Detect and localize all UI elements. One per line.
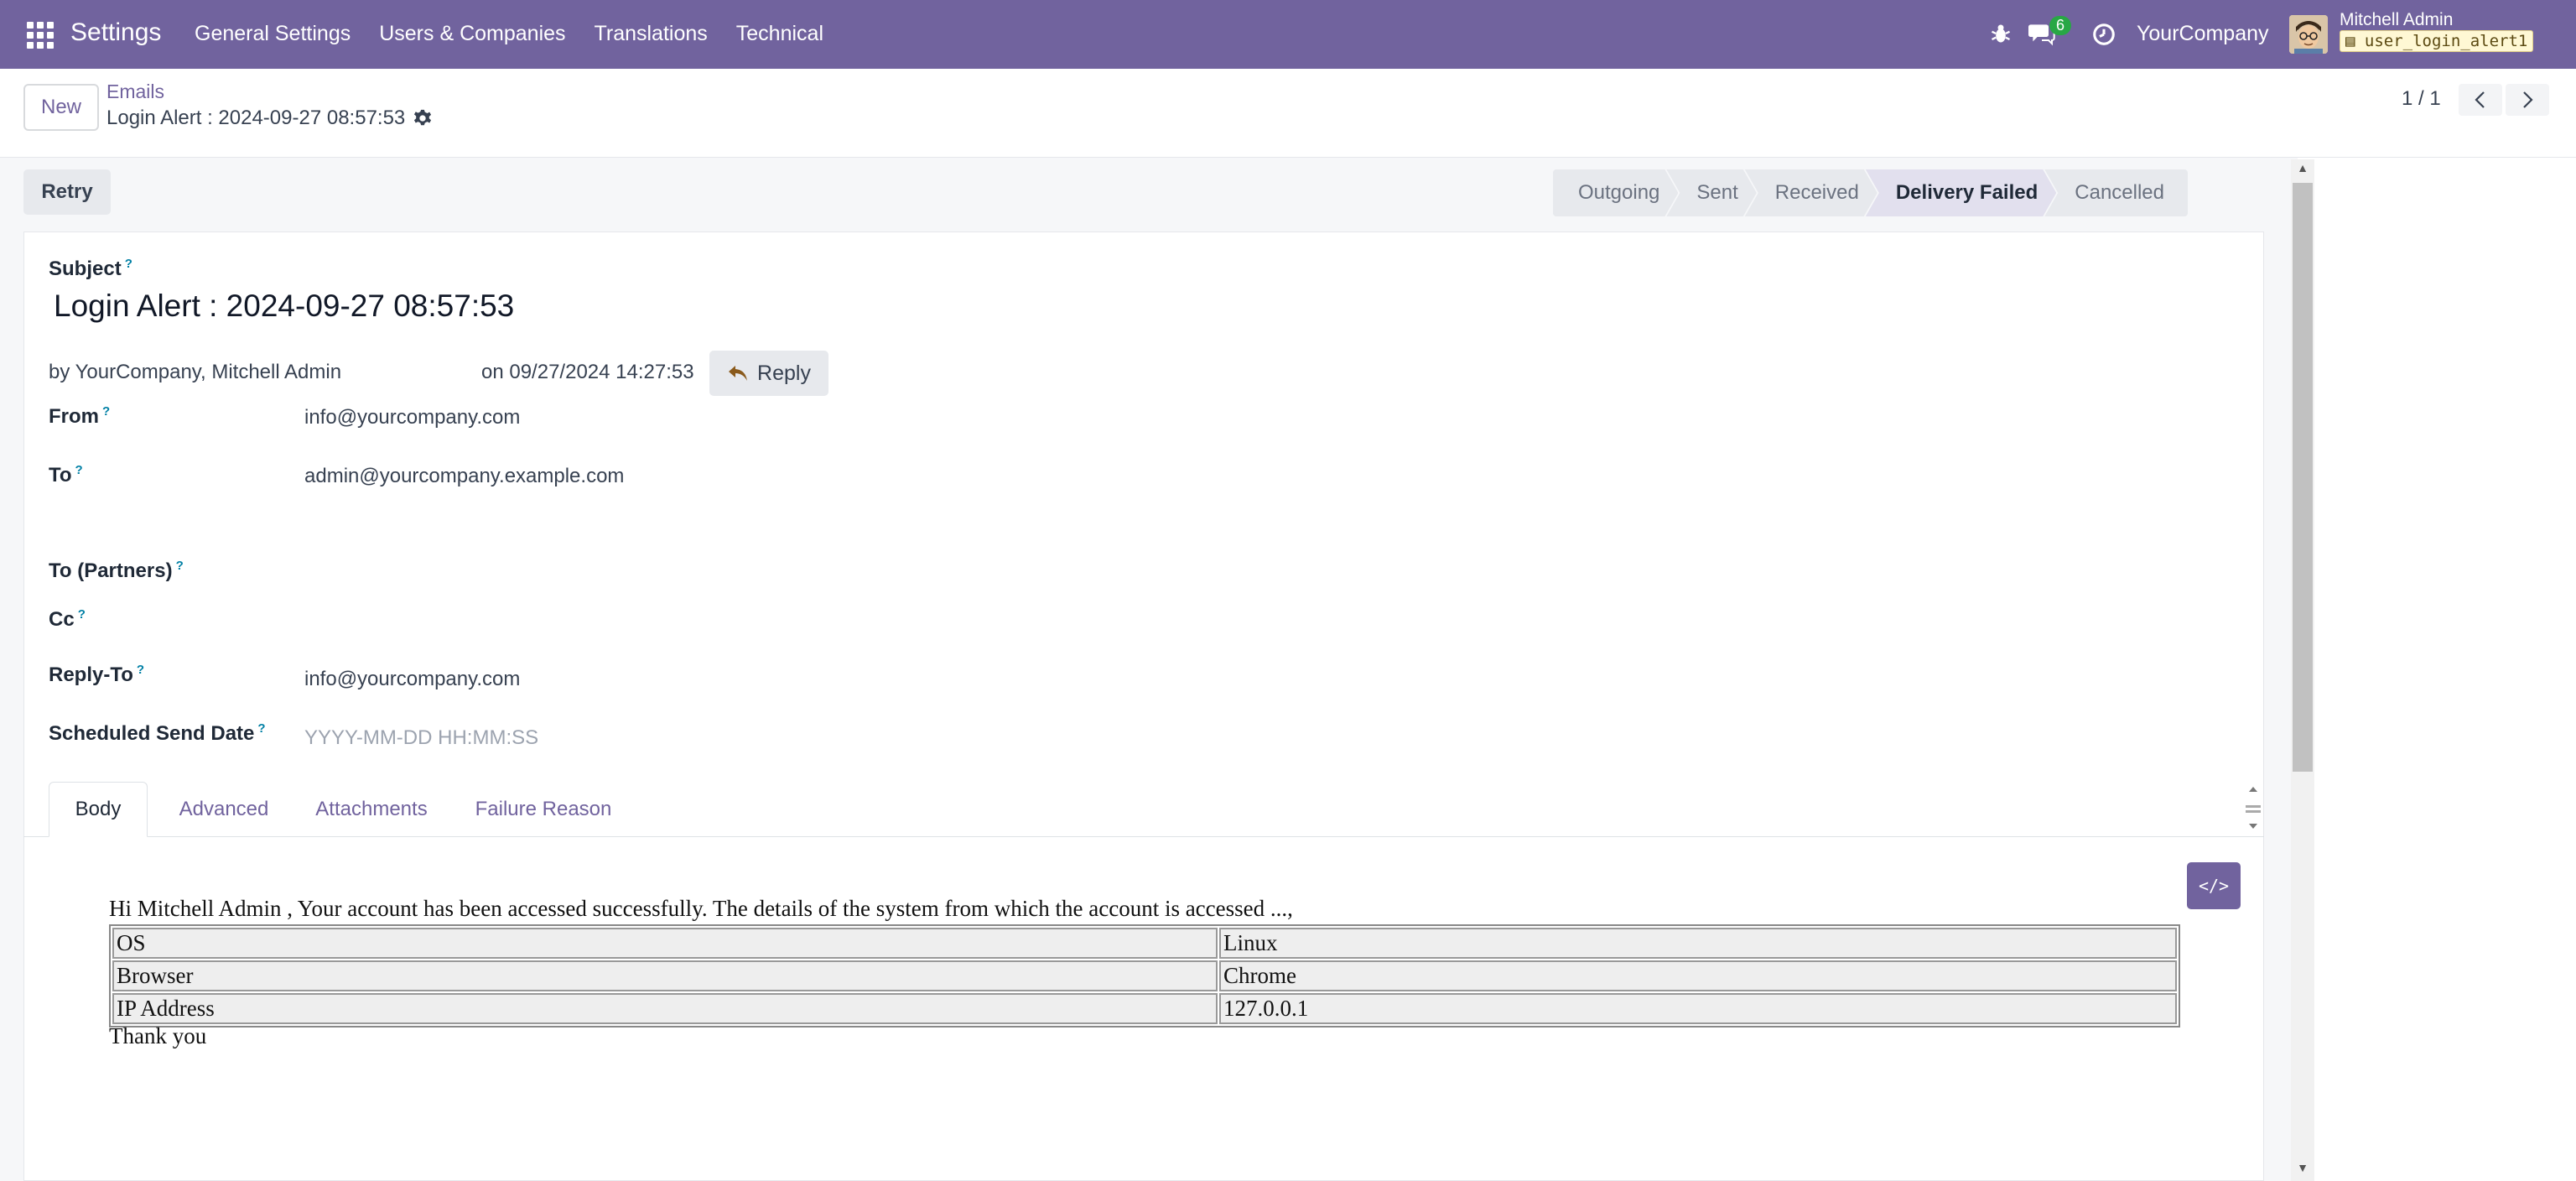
breadcrumb-emails[interactable]: Emails [106, 81, 164, 103]
table-cell: 127.0.0.1 [1219, 993, 2177, 1024]
from-field[interactable]: info@yourcompany.com [304, 406, 520, 429]
main-menu: General Settings Users & Companies Trans… [195, 22, 823, 46]
scrollbar-thumb[interactable] [2293, 183, 2313, 772]
pager-next-button[interactable] [2506, 84, 2549, 116]
cc-label: Cc? [49, 607, 86, 631]
chevron-left-icon [2475, 91, 2485, 108]
table-cell: IP Address [112, 993, 1218, 1024]
database-tag: ▤ user_login_alert1 [2340, 30, 2534, 52]
tab-scroll-arrows-icon [2246, 787, 2261, 829]
retry-button[interactable]: Retry [23, 169, 111, 215]
avatar[interactable] [2289, 15, 2328, 54]
notebook-tabs: Body Advanced Attachments Failure Reason [23, 782, 2264, 837]
stage-delivery-failed[interactable]: Delivery Failed [1866, 169, 2056, 216]
database-name: user_login_alert1 [2364, 32, 2528, 50]
reply-button[interactable]: Reply [709, 351, 828, 396]
breadcrumb: Login Alert : 2024-09-27 08:57:53 [106, 107, 432, 130]
help-marker[interactable]: ? [137, 663, 144, 677]
tab-failure-reason[interactable]: Failure Reason [460, 782, 627, 837]
table-row: OS Linux [112, 928, 2177, 959]
breadcrumb-current: Login Alert : 2024-09-27 08:57:53 [106, 107, 406, 129]
to-label: To? [49, 463, 83, 486]
cc-field[interactable] [304, 607, 808, 632]
subject-field[interactable]: Login Alert : 2024-09-27 08:57:53 [54, 289, 514, 324]
pager-value[interactable]: 1 / 1 [2402, 87, 2441, 111]
to-partners-label: To (Partners)? [49, 559, 184, 582]
mail-outro: Thank you [109, 1023, 207, 1048]
help-marker[interactable]: ? [102, 404, 110, 419]
reply-to-label: Reply-To? [49, 663, 145, 686]
scheduled-date-input[interactable]: YYYY-MM-DD HH:MM:SS [304, 726, 538, 750]
help-marker[interactable]: ? [75, 463, 83, 477]
author-line: by YourCompany, Mitchell Admin [49, 361, 342, 383]
code-view-button[interactable]: </> [2187, 862, 2241, 909]
reply-label: Reply [757, 361, 811, 385]
tab-scroll-control[interactable] [2242, 782, 2264, 837]
from-label: From? [49, 404, 111, 428]
table-cell: Chrome [1219, 960, 2177, 991]
mail-intro: Hi Mitchell Admin , Your account has bee… [109, 896, 1293, 921]
scroll-up-icon[interactable]: ▲ [2291, 161, 2314, 181]
reply-to-field[interactable]: info@yourcompany.com [304, 668, 520, 691]
top-navbar: Settings General Settings Users & Compan… [0, 0, 2576, 69]
menu-technical[interactable]: Technical [736, 22, 823, 46]
new-button[interactable]: New [23, 84, 99, 131]
scheduled-date-label: Scheduled Send Date? [49, 721, 266, 745]
table-row: Browser Chrome [112, 960, 2177, 991]
system-details-table: OS Linux Browser Chrome IP Address 127.0… [109, 924, 2180, 1028]
tab-attachments[interactable]: Attachments [300, 782, 443, 837]
gear-icon[interactable] [413, 109, 432, 127]
chat-count-badge: 6 [2049, 16, 2072, 35]
menu-general-settings[interactable]: General Settings [195, 22, 351, 46]
pager-previous-button[interactable] [2459, 84, 2502, 116]
table-cell: Linux [1219, 928, 2177, 959]
to-field[interactable]: admin@yourcompany.example.com [304, 465, 624, 488]
stage-outgoing[interactable]: Outgoing [1553, 169, 1678, 216]
table-row: IP Address 127.0.0.1 [112, 993, 2177, 1024]
stage-sent[interactable]: Sent [1666, 169, 1756, 216]
table-cell: Browser [112, 960, 1218, 991]
clock-icon[interactable] [2091, 22, 2116, 47]
stage-received[interactable]: Received [1745, 169, 1877, 216]
reply-icon [729, 366, 748, 381]
database-icon: ▤ [2345, 32, 2365, 50]
form-sheet [23, 232, 2264, 1181]
avatar-image-icon [2289, 15, 2328, 54]
app-title[interactable]: Settings [70, 18, 161, 47]
stage-cancelled[interactable]: Cancelled [2044, 169, 2188, 216]
help-marker[interactable]: ? [125, 257, 132, 271]
scroll-down-icon[interactable]: ▼ [2291, 1161, 2314, 1181]
date-line: on 09/27/2024 14:27:53 [481, 361, 694, 383]
company-switcher[interactable]: YourCompany [2137, 22, 2269, 46]
help-marker[interactable]: ? [257, 721, 265, 736]
bug-icon[interactable] [1989, 22, 2012, 45]
user-name[interactable]: Mitchell Admin [2340, 10, 2453, 30]
status-bar: Outgoing Sent Received Delivery Failed C… [1553, 169, 2188, 216]
table-cell: OS [112, 928, 1218, 959]
menu-users-companies[interactable]: Users & Companies [379, 22, 565, 46]
chevron-right-icon [2523, 91, 2533, 108]
subject-label: Subject? [49, 257, 132, 280]
app-grid-icon[interactable] [23, 18, 55, 50]
to-partners-field[interactable] [304, 559, 808, 584]
help-marker[interactable]: ? [176, 559, 184, 573]
menu-translations[interactable]: Translations [595, 22, 708, 46]
help-marker[interactable]: ? [78, 607, 86, 622]
tab-advanced[interactable]: Advanced [164, 782, 283, 837]
tab-body[interactable]: Body [49, 782, 148, 837]
